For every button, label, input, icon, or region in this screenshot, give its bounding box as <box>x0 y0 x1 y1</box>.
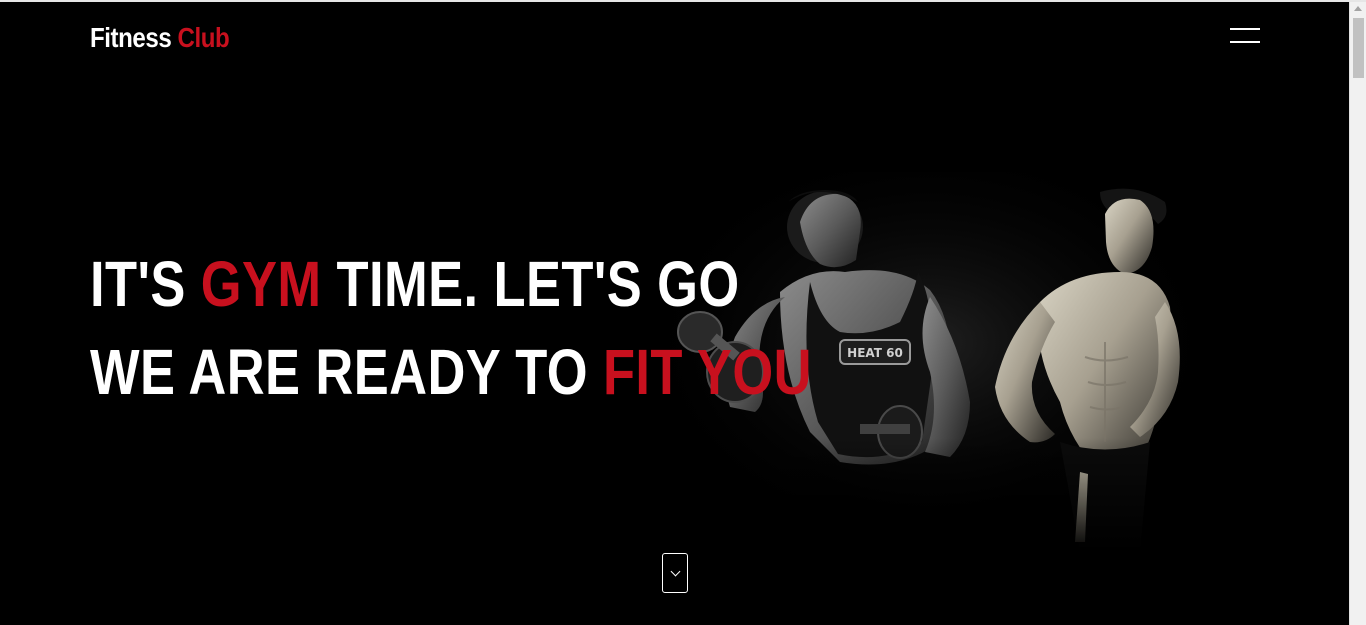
headline-1-part-b: TIME. LET'S GO <box>321 248 740 320</box>
scroll-up-arrow-icon[interactable] <box>1354 6 1362 11</box>
logo-accent-text: Club <box>177 22 230 53</box>
site-logo[interactable]: Fitness Club <box>90 22 230 54</box>
hero-section: Fitness Club IT'S GYM TIME. LET'S GO WE … <box>0 2 1349 625</box>
menu-bar-top <box>1230 28 1260 30</box>
menu-bar-bottom <box>1230 41 1260 43</box>
headline-2-highlight: FIT YOU <box>602 336 812 408</box>
headline-1-highlight: GYM <box>200 248 322 320</box>
chevron-down-icon <box>670 566 681 577</box>
page-scrollbar[interactable] <box>1349 2 1366 625</box>
hamburger-menu-icon[interactable] <box>1226 24 1264 50</box>
hero-headline-line-2: WE ARE READY TO FIT YOU <box>90 340 812 404</box>
hero-headline-line-1: IT'S GYM TIME. LET'S GO <box>90 252 740 316</box>
headline-2-part-a: WE ARE READY TO <box>90 336 603 408</box>
headline-1-part-a: IT'S <box>90 248 201 320</box>
logo-primary-text: Fitness <box>90 22 172 53</box>
scrollbar-thumb[interactable] <box>1353 18 1364 78</box>
scroll-down-button[interactable] <box>662 553 688 593</box>
